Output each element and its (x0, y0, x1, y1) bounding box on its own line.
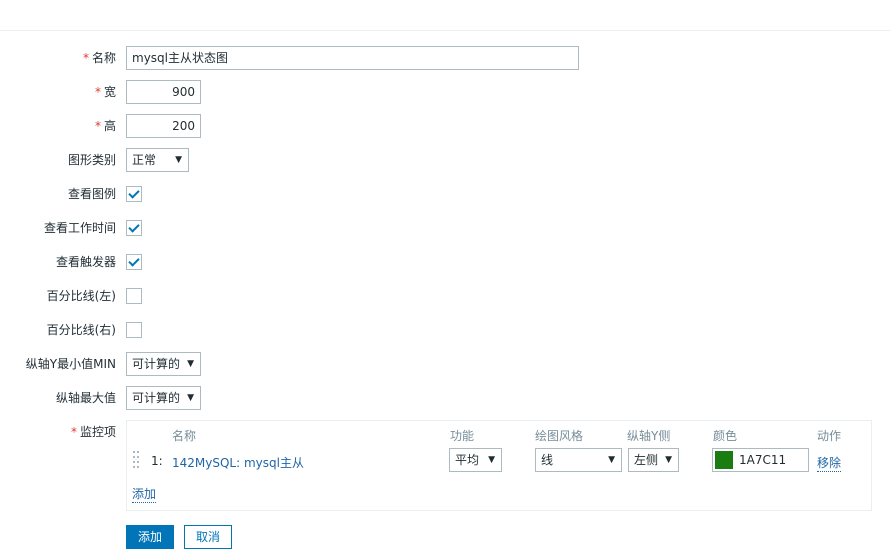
show-triggers-label: 查看触发器 (55, 255, 116, 269)
graph-type-label: 图形类别 (67, 153, 116, 167)
percentile-right-label: 百分比线(右) (46, 323, 116, 337)
items-label: * 监控项 (70, 425, 116, 439)
y-axis-side-select[interactable]: 左侧 ▼ (628, 448, 679, 472)
cancel-button[interactable]: 取消 (184, 525, 233, 549)
chevron-down-icon: ▼ (608, 455, 615, 465)
show-triggers-checkbox[interactable] (126, 254, 142, 270)
y-min-row: 纵轴Y最小值MIN 可计算的 ▼ (0, 352, 890, 376)
graph-type-value: 正常 (132, 153, 157, 167)
add-item-link[interactable]: 添加 (132, 485, 157, 503)
y-max-label: 纵轴最大值 (55, 391, 116, 405)
function-select[interactable]: 平均 ▼ (449, 448, 502, 472)
draw-style-value: 线 (541, 453, 554, 467)
width-row: * 宽 900 (0, 80, 890, 104)
add-button[interactable]: 添加 (126, 525, 175, 549)
required-mark: * (94, 119, 101, 133)
show-working-time-label: 查看工作时间 (43, 221, 116, 235)
width-label: * 宽 (94, 85, 116, 99)
percentile-left-label: 百分比线(左) (46, 289, 116, 303)
checkmark-icon (128, 255, 140, 267)
items-table: 名称 功能 绘图风格 纵轴Y侧 颜色 动作 1: 142MySQL: mysql… (126, 420, 872, 511)
percentile-right-checkbox[interactable] (126, 322, 142, 338)
percentile-left-row: 百分比线(左) (0, 284, 890, 308)
show-triggers-row: 查看触发器 (0, 250, 890, 274)
graph-type-select[interactable]: 正常 ▼ (126, 148, 189, 172)
show-working-time-row: 查看工作时间 (0, 216, 890, 240)
row-index: 1: (151, 454, 163, 468)
name-input[interactable]: mysql主从状态图 (126, 46, 579, 70)
remove-link[interactable]: 移除 (817, 454, 842, 472)
chevron-down-icon: ▼ (175, 155, 182, 165)
y-axis-side-value: 左侧 (634, 453, 659, 467)
required-mark: * (70, 425, 77, 439)
graph-type-row: 图形类别 正常 ▼ (0, 148, 890, 172)
column-header-color: 颜色 (713, 429, 738, 443)
show-legend-row: 查看图例 (0, 182, 890, 206)
header-divider (0, 30, 890, 31)
column-header-action: 动作 (817, 429, 842, 443)
show-legend-checkbox[interactable] (126, 186, 142, 202)
column-header-name: 名称 (172, 429, 197, 443)
name-label: * 名称 (82, 51, 116, 65)
chevron-down-icon: ▼ (665, 455, 672, 465)
function-value: 平均 (455, 453, 480, 467)
item-name-link[interactable]: 142MySQL: mysql主从 (172, 454, 304, 471)
y-max-value: 可计算的 (132, 391, 181, 405)
chevron-down-icon: ▼ (488, 455, 495, 465)
color-swatch[interactable] (715, 451, 733, 469)
width-input[interactable]: 900 (126, 80, 201, 104)
y-max-row: 纵轴最大值 可计算的 ▼ (0, 386, 890, 410)
percentile-right-row: 百分比线(右) (0, 318, 890, 342)
checkmark-icon (128, 187, 140, 199)
draw-style-select[interactable]: 线 ▼ (535, 448, 622, 472)
color-picker[interactable]: 1A7C11 (712, 448, 809, 472)
required-mark: * (94, 85, 101, 99)
checkmark-icon (128, 221, 140, 233)
column-header-function: 功能 (450, 429, 475, 443)
name-row: * 名称 mysql主从状态图 (0, 46, 890, 70)
chevron-down-icon: ▼ (187, 359, 194, 369)
show-working-time-checkbox[interactable] (126, 220, 142, 236)
drag-handle-icon[interactable] (133, 451, 139, 469)
y-min-value: 可计算的 (132, 357, 181, 371)
height-label: * 高 (94, 119, 116, 133)
chevron-down-icon: ▼ (187, 393, 194, 403)
color-hex-value[interactable]: 1A7C11 (739, 449, 786, 471)
percentile-left-checkbox[interactable] (126, 288, 142, 304)
y-min-select[interactable]: 可计算的 ▼ (126, 352, 201, 376)
column-header-draw-style: 绘图风格 (535, 429, 584, 443)
height-input[interactable]: 200 (126, 114, 201, 138)
required-mark: * (82, 51, 89, 65)
y-min-label: 纵轴Y最小值MIN (25, 357, 116, 371)
show-legend-label: 查看图例 (67, 187, 116, 201)
column-header-y-axis-side: 纵轴Y侧 (627, 429, 671, 443)
y-max-select[interactable]: 可计算的 ▼ (126, 386, 201, 410)
height-row: * 高 200 (0, 114, 890, 138)
